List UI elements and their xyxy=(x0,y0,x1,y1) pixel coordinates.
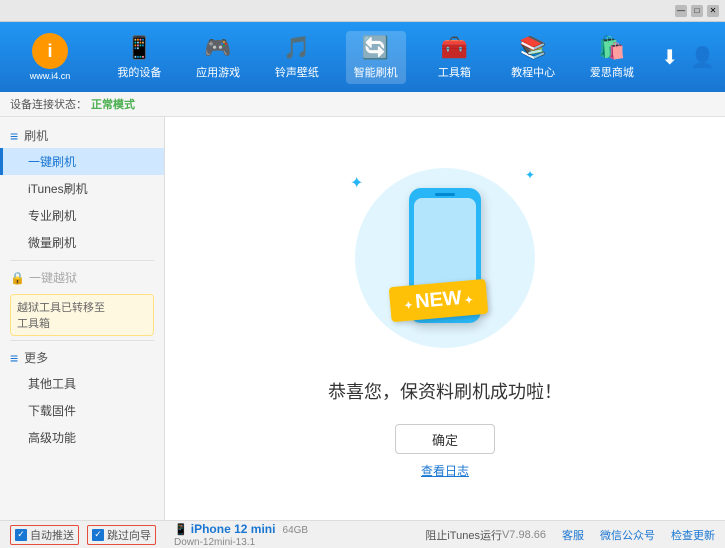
nav-bar: 📱 我的设备 🎮 应用游戏 🎵 铃声壁纸 🔄 智能刷机 🧰 工具箱 📚 教程中心… xyxy=(100,31,651,84)
device-model: Down-12mini-13.1 xyxy=(174,537,255,548)
nav-toolbox-label: 工具箱 xyxy=(438,64,471,80)
sidebar-divider-1 xyxy=(10,260,154,261)
window-chrome: — □ ✕ xyxy=(0,0,725,22)
connection-status-bar: 设备连接状态： 正常模式 xyxy=(0,92,725,117)
sparkle-tl-icon: ✦ xyxy=(350,173,363,193)
lock-icon: 🔒 xyxy=(10,271,25,285)
auto-push-checkbox-container: ✓ 自动推送 xyxy=(10,525,79,545)
sidebar-info-box: 越狱工具已转移至工具箱 xyxy=(10,294,154,336)
auto-push-label: 自动推送 xyxy=(30,527,74,543)
more-section-icon: ≡ xyxy=(10,350,18,366)
nav-mall-label: 爱思商城 xyxy=(590,64,634,80)
info-box-text: 越狱工具已转移至工具箱 xyxy=(17,302,105,330)
phone-illustration: NEW ✦ ✦ xyxy=(345,158,545,358)
device-info: 📱 iPhone 12 mini 64GB Down-12mini-13.1 xyxy=(174,522,308,548)
sidebar-locked-jailbreak: 🔒 一键越狱 xyxy=(0,265,164,290)
sidebar-flash-header: ≡ 刷机 xyxy=(0,123,164,148)
content-area: NEW ✦ ✦ 恭喜您，保资料刷机成功啦！ 确定 查看日志 xyxy=(165,117,725,520)
nav-mall[interactable]: 🛍️ 爱思商城 xyxy=(582,31,642,84)
logo-subtitle: www.i4.cn xyxy=(30,71,71,81)
device-storage: 64GB xyxy=(283,525,309,536)
connection-label: 设备连接状态： xyxy=(10,96,87,112)
status-right: V7.98.66 客服 微信公众号 检查更新 xyxy=(502,527,715,543)
download-firmware-label: 下载固件 xyxy=(28,404,76,418)
service-link[interactable]: 客服 xyxy=(562,527,584,543)
ringtones-icon: 🎵 xyxy=(283,35,310,61)
flash-section-icon: ≡ xyxy=(10,128,18,144)
maximize-button[interactable]: □ xyxy=(691,5,703,17)
auto-push-checkbox[interactable]: ✓ xyxy=(15,529,27,541)
nav-smart-flash[interactable]: 🔄 智能刷机 xyxy=(346,31,406,84)
logo: i www.i4.cn xyxy=(10,33,90,81)
tutorial-icon: 📚 xyxy=(519,35,546,61)
sidebar-item-other-tools[interactable]: 其他工具 xyxy=(0,370,164,397)
sidebar-item-advanced[interactable]: 高级功能 xyxy=(0,424,164,451)
toolbox-icon: 🧰 xyxy=(441,35,468,61)
nav-apps-games[interactable]: 🎮 应用游戏 xyxy=(188,31,248,84)
sidebar-item-one-click-flash[interactable]: 一键刷机 xyxy=(0,148,164,175)
other-tools-label: 其他工具 xyxy=(28,377,76,391)
advanced-label: 高级功能 xyxy=(28,431,76,445)
close-button[interactable]: ✕ xyxy=(707,5,719,17)
nav-ringtones[interactable]: 🎵 铃声壁纸 xyxy=(267,31,327,84)
sparkle-tr-icon: ✦ xyxy=(525,168,535,182)
nav-tutorial[interactable]: 📚 教程中心 xyxy=(503,31,563,84)
nav-tutorial-label: 教程中心 xyxy=(511,64,555,80)
smart-flash-icon: 🔄 xyxy=(362,35,389,61)
micro-flash-label: 微量刷机 xyxy=(28,236,76,250)
skip-wizard-label: 跳过向导 xyxy=(107,527,151,543)
header: i www.i4.cn 📱 我的设备 🎮 应用游戏 🎵 铃声壁纸 🔄 智能刷机 … xyxy=(0,22,725,92)
confirm-button[interactable]: 确定 xyxy=(395,424,495,454)
header-right: ⬇ 👤 xyxy=(661,45,715,70)
sidebar-divider-2 xyxy=(10,340,154,341)
sidebar: ≡ 刷机 一键刷机 iTunes刷机 专业刷机 微量刷机 🔒 一键越狱 越狱工具… xyxy=(0,117,165,520)
phone-speaker xyxy=(435,193,455,196)
mall-icon: 🛍️ xyxy=(598,35,625,61)
check-update-link[interactable]: 检查更新 xyxy=(671,527,715,543)
account-button[interactable]: 👤 xyxy=(690,45,715,70)
nav-smart-flash-label: 智能刷机 xyxy=(354,64,398,80)
itunes-flash-label: iTunes刷机 xyxy=(28,182,88,196)
one-click-flash-label: 一键刷机 xyxy=(28,155,76,169)
nav-my-device[interactable]: 📱 我的设备 xyxy=(109,31,169,84)
wechat-link[interactable]: 微信公众号 xyxy=(600,527,655,543)
nav-toolbox[interactable]: 🧰 工具箱 xyxy=(424,31,484,84)
version-label: V7.98.66 xyxy=(502,529,546,541)
logo-icon: i xyxy=(32,33,68,69)
skip-wizard-checkbox[interactable]: ✓ xyxy=(92,529,104,541)
sidebar-more-label: 更多 xyxy=(24,349,48,366)
apps-games-icon: 🎮 xyxy=(204,35,231,61)
sidebar-item-micro-flash[interactable]: 微量刷机 xyxy=(0,229,164,256)
stop-itunes-label: 阻止iTunes运行 xyxy=(425,527,502,543)
download-button[interactable]: ⬇ xyxy=(661,45,678,70)
connection-status-value: 正常模式 xyxy=(91,96,135,112)
my-device-icon: 📱 xyxy=(126,35,153,61)
nav-apps-games-label: 应用游戏 xyxy=(196,64,240,80)
phone-body-wrapper: NEW xyxy=(400,188,490,338)
phone-icon: 📱 xyxy=(174,524,191,536)
locked-label: 一键越狱 xyxy=(29,269,77,286)
main-area: ≡ 刷机 一键刷机 iTunes刷机 专业刷机 微量刷机 🔒 一键越狱 越狱工具… xyxy=(0,117,725,520)
sidebar-item-itunes-flash[interactable]: iTunes刷机 xyxy=(0,175,164,202)
device-name: iPhone 12 mini xyxy=(191,522,276,536)
nav-my-device-label: 我的设备 xyxy=(117,64,161,80)
skip-wizard-checkbox-container: ✓ 跳过向导 xyxy=(87,525,156,545)
status-bar: ✓ 自动推送 ✓ 跳过向导 📱 iPhone 12 mini 64GB Down… xyxy=(0,520,725,548)
pro-flash-label: 专业刷机 xyxy=(28,209,76,223)
view-log-link[interactable]: 查看日志 xyxy=(421,462,469,479)
status-left: ✓ 自动推送 ✓ 跳过向导 📱 iPhone 12 mini 64GB Down… xyxy=(10,522,502,548)
sidebar-more-header: ≡ 更多 xyxy=(0,345,164,370)
minimize-button[interactable]: — xyxy=(675,5,687,17)
nav-ringtones-label: 铃声壁纸 xyxy=(275,64,319,80)
success-message: 恭喜您，保资料刷机成功啦！ xyxy=(328,378,562,404)
sidebar-item-pro-flash[interactable]: 专业刷机 xyxy=(0,202,164,229)
sidebar-item-download-firmware[interactable]: 下载固件 xyxy=(0,397,164,424)
sidebar-flash-label: 刷机 xyxy=(24,127,48,144)
